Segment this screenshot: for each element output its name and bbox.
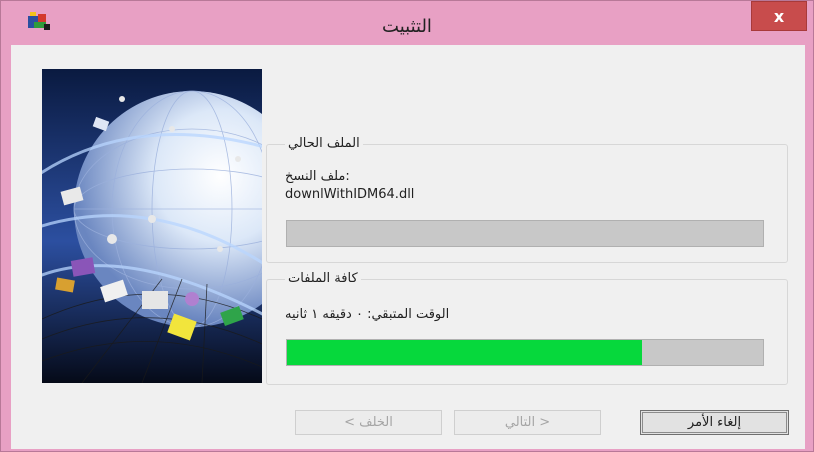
current-file-group: الملف الحالي :ملف النسخ downlWithIDM64.d… xyxy=(266,136,788,263)
next-button[interactable]: < التالي xyxy=(454,410,601,435)
installer-banner-image xyxy=(42,69,262,383)
installer-window: التثبيت x الملف الحالي:ملف النسخ downlW… xyxy=(0,0,814,452)
copy-file-label: :ملف النسخ xyxy=(285,169,350,184)
back-button[interactable]: الخلف > xyxy=(295,410,442,435)
dialog-body: الملف الحالي :ملف النسخ downlWithIDM64.d… xyxy=(11,45,805,449)
time-remaining-label: الوقت المتبقي: ٠ دقيقه ١ ثانيه xyxy=(285,307,450,322)
all-files-progress-fill xyxy=(287,340,642,365)
current-file-group-label: الملف الحالي xyxy=(285,136,363,151)
all-files-progress-bar xyxy=(286,339,764,366)
all-files-group: كافة الملفات الوقت المتبقي: ٠ دقيقه ١ ثا… xyxy=(266,271,788,385)
current-file-name: downlWithIDM64.dll xyxy=(285,187,415,202)
close-button[interactable]: x xyxy=(751,1,807,31)
title-bar[interactable]: التثبيت x xyxy=(1,1,813,45)
all-files-group-label: كافة الملفات xyxy=(285,271,361,286)
current-file-progress-bar xyxy=(286,220,764,247)
window-title: التثبيت xyxy=(382,16,432,37)
close-icon: x xyxy=(773,6,785,26)
cancel-button[interactable]: إلغاء الأمر xyxy=(640,410,789,435)
